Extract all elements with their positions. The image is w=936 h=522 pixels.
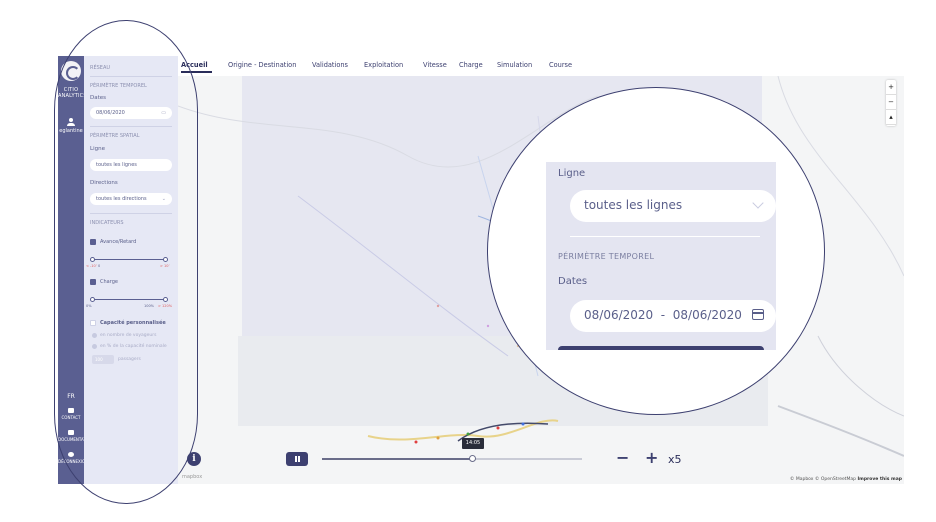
- zoom-in-button[interactable]: +: [886, 80, 896, 95]
- zoom-date-range-value: 08/06/2020 - 08/06/2020: [584, 308, 742, 322]
- zoom-out-button[interactable]: −: [886, 95, 896, 110]
- app-root: CITIO ANALYTICS eglantine FR CONTACT DOC…: [0, 0, 936, 522]
- timeline-handle[interactable]: [468, 455, 476, 462]
- speed-value: x5: [668, 453, 682, 466]
- zoom-date-range: 08/06/2020 - 08/06/2020: [570, 300, 776, 332]
- attribution-text[interactable]: © Mapbox © OpenStreetMap: [790, 477, 856, 482]
- tab-simulation[interactable]: Simulation: [497, 61, 532, 69]
- zoom-ligne-label: Ligne: [558, 168, 586, 179]
- chevron-down-icon: [752, 197, 764, 209]
- zoom-divider: [570, 236, 760, 237]
- time-tooltip: 14:05: [462, 438, 484, 449]
- timeline-progress: [322, 458, 473, 460]
- improve-map-link[interactable]: Improve this map: [857, 477, 902, 482]
- speed-decrease-button[interactable]: −: [616, 450, 629, 466]
- tab-origine-destination[interactable]: Origine - Destination: [228, 61, 296, 69]
- timeline-track[interactable]: [322, 458, 582, 460]
- zoom-callout-panel: Ligne toutes les lignes PÉRIMÈTRE TEMPOR…: [546, 162, 776, 350]
- zoom-bottom-edge: [558, 346, 764, 350]
- speed-increase-button[interactable]: +: [645, 450, 658, 466]
- mapbox-logo[interactable]: mapbox: [182, 474, 202, 480]
- map-attribution: © Mapbox © OpenStreetMap Improve this ma…: [790, 477, 902, 482]
- pause-button[interactable]: [286, 452, 308, 466]
- compass-button[interactable]: ▴: [886, 110, 896, 125]
- tab-course[interactable]: Course: [549, 61, 572, 69]
- tab-vitesse[interactable]: Vitesse: [423, 61, 447, 69]
- highlight-ring-panel: [54, 20, 198, 504]
- zoom-callout: Ligne toutes les lignes PÉRIMÈTRE TEMPOR…: [487, 87, 825, 415]
- map-zoom-control: + − ▴: [886, 80, 896, 126]
- zoom-ligne-select: toutes les lignes: [570, 190, 776, 222]
- zoom-ligne-value: toutes les lignes: [584, 198, 683, 212]
- zoom-dates-label: Dates: [558, 276, 588, 287]
- calendar-icon: [752, 309, 764, 320]
- tab-charge[interactable]: Charge: [459, 61, 483, 69]
- tab-exploitation[interactable]: Exploitation: [364, 61, 403, 69]
- tab-validations[interactable]: Validations: [312, 61, 348, 69]
- zoom-section-temporel: PÉRIMÈTRE TEMPOREL: [558, 252, 655, 261]
